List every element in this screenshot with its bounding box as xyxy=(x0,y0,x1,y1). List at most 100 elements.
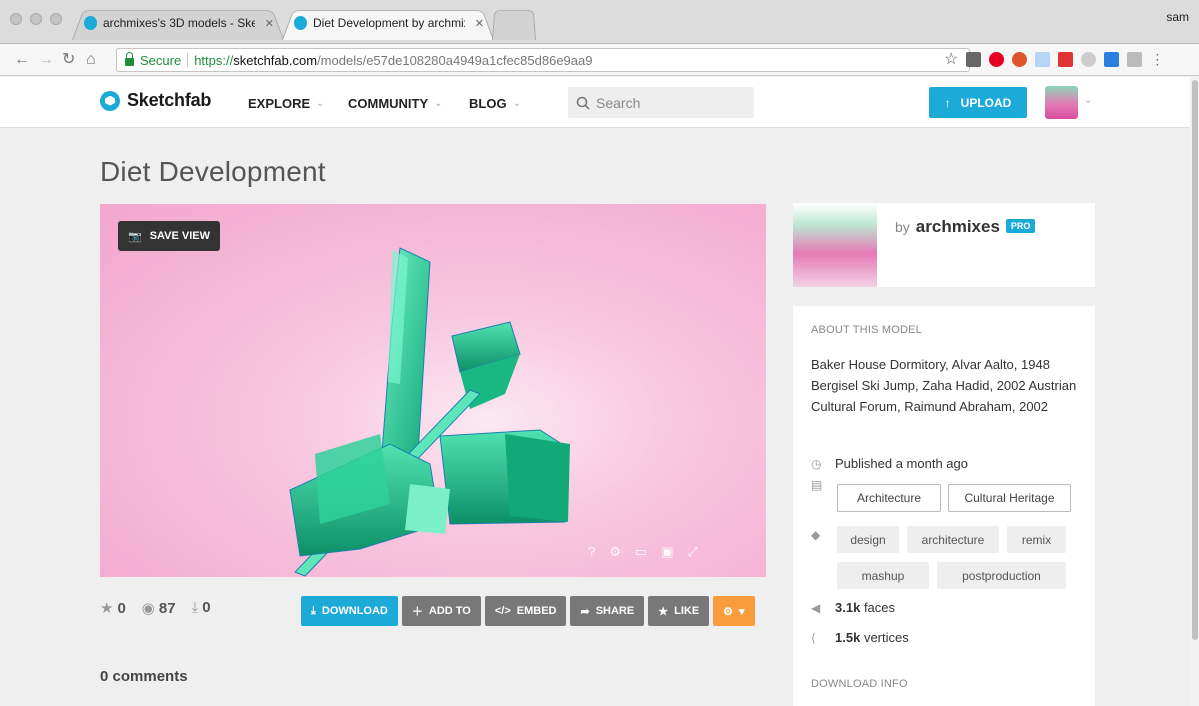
upload-button[interactable]: ↑ UPLOAD xyxy=(929,87,1027,118)
scrollbar-thumb[interactable] xyxy=(1192,80,1198,640)
extension-icon[interactable] xyxy=(1081,52,1097,67)
faces-row: ◀ 3.1k faces xyxy=(811,600,896,615)
vertex-icon: ⟨ xyxy=(811,630,816,645)
about-heading: ABOUT THIS MODEL xyxy=(811,324,922,336)
bookmark-star-icon[interactable]: ☆ xyxy=(944,52,958,68)
download-icon: ⤓ xyxy=(311,604,316,617)
download-info-heading: DOWNLOAD INFO xyxy=(811,678,908,690)
user-avatar[interactable] xyxy=(1045,86,1078,119)
tag-pill[interactable]: remix xyxy=(1007,526,1066,553)
extension-icon[interactable] xyxy=(1058,52,1074,67)
site-header: Sketchfab EXPLORE ⌄ COMMUNITY ⌄ BLOG ⌄ ↑ UP… xyxy=(0,77,1199,128)
upload-arrow-icon: ↑ xyxy=(944,95,951,110)
nav-community[interactable]: COMMUNITY ⌄ xyxy=(348,96,443,111)
add-to-button[interactable]: ＋ ADD TO xyxy=(401,596,481,626)
tag-icon: ◆ xyxy=(811,528,821,542)
eye-icon: ◉ xyxy=(141,600,155,617)
extension-icon[interactable] xyxy=(1104,52,1120,67)
clock-icon: ◷ xyxy=(811,456,822,471)
views-count: ◉ 87 xyxy=(141,600,176,617)
extension-icon[interactable] xyxy=(1012,52,1028,67)
like-button[interactable]: ★ LIKE xyxy=(648,596,710,626)
logo-text: Sketchfab xyxy=(127,90,212,110)
download-icon: ⤓ xyxy=(191,599,199,616)
likes-count: ★ 0 xyxy=(100,600,126,617)
category-pill[interactable]: Architecture xyxy=(837,484,941,512)
address-bar[interactable]: Secure https://sketchfab.com/models/e57d… xyxy=(116,48,970,72)
browser-toolbar: ← → ↻ ⌂ Secure https://sketchfab.com/mod… xyxy=(0,44,1199,76)
tag-pill[interactable]: design xyxy=(837,526,899,553)
downloads-count: ⤓ 0 xyxy=(191,599,211,616)
caret-down-icon: ▾ xyxy=(739,605,745,618)
profile-name[interactable]: sam xyxy=(1166,10,1189,24)
viewer-controls: ? ⚙ ▭ ▣ ⤢ xyxy=(588,544,698,560)
chevron-down-icon[interactable]: ⌄ xyxy=(1084,95,1092,106)
by-label: by xyxy=(895,219,910,235)
tag-pill[interactable]: mashup xyxy=(837,562,929,589)
nav-label: BLOG xyxy=(469,96,507,111)
vr-icon[interactable]: ▭ xyxy=(635,544,647,560)
nav-label: COMMUNITY xyxy=(348,96,429,111)
model-viewer[interactable]: 📷 SAVE VIEW ? ⚙ ▭ ▣ ⤢ xyxy=(100,204,766,577)
tag-pill[interactable]: architecture xyxy=(907,526,999,553)
triangle-icon: ◀ xyxy=(811,600,821,615)
vertices-row: ⟨ 1.5k vertices xyxy=(811,630,909,645)
close-tab-icon[interactable]: ✕ xyxy=(475,17,484,30)
forward-arrow-icon[interactable]: → xyxy=(38,51,54,69)
author-card: by archmixes PRO xyxy=(793,203,1095,287)
browser-tab[interactable]: archmixes's 3D models - Sketc ✕ xyxy=(72,6,284,40)
nav-blog[interactable]: BLOG ⌄ xyxy=(469,96,521,111)
category-icon: ▤ xyxy=(811,478,823,492)
window-zoom-button[interactable] xyxy=(50,13,62,25)
gear-icon: ⚙ xyxy=(723,605,734,618)
category-pill[interactable]: Cultural Heritage xyxy=(948,484,1071,512)
pinterest-icon[interactable] xyxy=(989,52,1005,67)
share-button[interactable]: ➦ SHARE xyxy=(570,596,645,626)
back-arrow-icon[interactable]: ← xyxy=(14,51,30,69)
upload-label: UPLOAD xyxy=(960,95,1012,110)
window-close-button[interactable] xyxy=(10,13,22,25)
embed-view-icon[interactable]: ▣ xyxy=(661,544,673,560)
secure-label: Secure xyxy=(140,52,182,68)
settings-gear-icon[interactable]: ⚙ xyxy=(609,544,621,560)
search-box[interactable] xyxy=(568,87,754,118)
close-tab-icon[interactable]: ✕ xyxy=(265,17,274,30)
camera-icon: 📷 xyxy=(128,230,142,243)
url-host: sketchfab.com xyxy=(233,52,318,68)
embed-button[interactable]: </> EMBED xyxy=(484,596,567,626)
settings-dropdown-button[interactable]: ⚙ ▾ xyxy=(713,596,755,626)
window-minimize-button[interactable] xyxy=(30,13,42,25)
download-button[interactable]: ⤓ DOWNLOAD xyxy=(301,596,398,626)
action-buttons: ⤓ DOWNLOAD ＋ ADD TO </> EMBED ➦ SHARE ★ LIKE … xyxy=(301,596,755,626)
document-icon[interactable] xyxy=(1035,52,1051,67)
author-name-link[interactable]: archmixes xyxy=(916,217,1000,237)
search-input[interactable] xyxy=(596,94,746,111)
tag-pill[interactable]: postproduction xyxy=(937,562,1066,589)
lock-icon xyxy=(125,52,134,66)
fullscreen-icon[interactable]: ⤢ xyxy=(687,544,697,560)
nav-explore[interactable]: EXPLORE ⌄ xyxy=(248,96,325,111)
url-scheme: https:// xyxy=(194,52,234,68)
camera-icon[interactable] xyxy=(1127,52,1143,67)
browser-tab-active[interactable]: Diet Development by archmixe ✕ xyxy=(282,6,494,40)
page-title: Diet Development xyxy=(100,156,326,187)
author-avatar[interactable] xyxy=(793,203,877,287)
reload-icon[interactable]: ↻ xyxy=(62,51,75,69)
more-menu-icon[interactable]: ⋮ xyxy=(1150,52,1164,67)
url-path: /models/e57de108280a4949a1cfec85d86e9aa9 xyxy=(317,52,593,68)
chevron-down-icon: ⌄ xyxy=(316,98,325,109)
sketchfab-favicon-icon xyxy=(84,16,97,30)
browser-tabstrip: archmixes's 3D models - Sketc ✕ Diet Dev… xyxy=(0,0,1199,44)
code-icon: </> xyxy=(494,605,511,617)
home-icon[interactable]: ⌂ xyxy=(86,51,96,69)
extension-icon[interactable] xyxy=(966,52,982,67)
save-view-button[interactable]: 📷 SAVE VIEW xyxy=(118,221,221,251)
published-row: ◷ Published a month ago xyxy=(811,456,968,471)
star-icon: ★ xyxy=(100,600,114,617)
sketchfab-logo-icon xyxy=(100,90,120,111)
new-tab-button[interactable] xyxy=(492,6,536,40)
logo[interactable]: Sketchfab xyxy=(100,90,211,111)
3d-model-render xyxy=(289,247,570,577)
help-icon[interactable]: ? xyxy=(588,544,595,560)
pro-badge: PRO xyxy=(1005,219,1036,233)
